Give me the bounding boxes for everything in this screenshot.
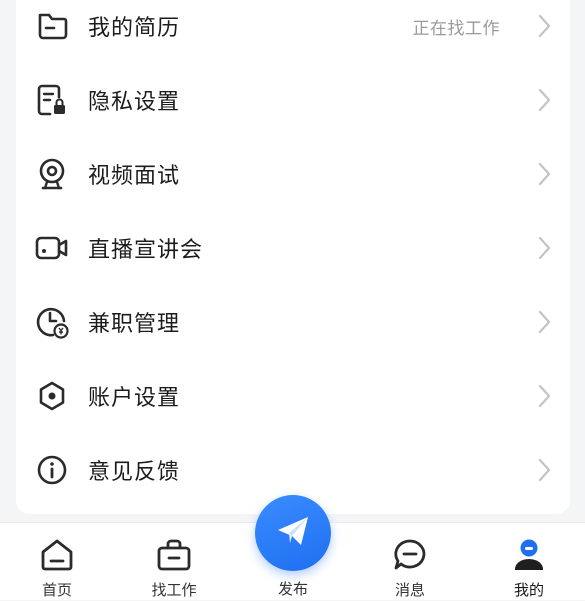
tab-label: 首页 <box>41 581 72 599</box>
chevron-right-icon <box>538 14 551 38</box>
menu-label: 兼职管理 <box>88 312 181 337</box>
chevron-right-icon <box>538 458 551 482</box>
menu-item-video-interview[interactable]: 视频面试 <box>16 144 570 204</box>
tab-label: 消息 <box>394 581 425 599</box>
menu-label: 账户设置 <box>88 386 181 411</box>
menu-item-live-talk[interactable]: 直播宣讲会 <box>16 218 570 278</box>
chevron-right-icon <box>538 384 551 408</box>
chevron-right-icon <box>538 310 551 334</box>
document-lock-icon <box>34 82 70 118</box>
publish-label: 发布 <box>277 580 308 598</box>
menu-item-privacy[interactable]: 隐私设置 <box>16 70 570 130</box>
chevron-right-icon <box>538 88 551 112</box>
settings-card: 我的简历 正在找工作 隐私设置 视频面试 直播宣讲会 兼职管理 账户设置 意见反… <box>16 0 570 514</box>
menu-label: 直播宣讲会 <box>88 238 204 263</box>
tab-messages[interactable]: 消息 <box>365 523 455 601</box>
tab-label: 我的 <box>513 581 544 599</box>
home-icon <box>37 535 77 575</box>
menu-item-account[interactable]: 账户设置 <box>16 366 570 426</box>
menu-label: 意见反馈 <box>88 460 181 485</box>
publish-button[interactable] <box>255 495 331 571</box>
tab-jobs[interactable]: 找工作 <box>129 523 219 601</box>
menu-item-feedback[interactable]: 意见反馈 <box>16 440 570 500</box>
clock-money-icon <box>34 304 70 340</box>
chat-bubble-icon <box>390 535 430 575</box>
menu-label: 隐私设置 <box>88 90 181 115</box>
menu-item-part-time[interactable]: 兼职管理 <box>16 292 570 352</box>
folder-icon <box>34 8 70 44</box>
chevron-right-icon <box>538 162 551 186</box>
info-icon <box>34 452 70 488</box>
webcam-icon <box>34 156 70 192</box>
tab-home[interactable]: 首页 <box>12 523 102 601</box>
menu-item-resume[interactable]: 我的简历 正在找工作 <box>16 0 570 56</box>
tab-mine[interactable]: 我的 <box>484 523 574 601</box>
menu-label: 视频面试 <box>88 164 181 189</box>
user-icon-active <box>509 535 549 575</box>
paper-plane-icon <box>273 511 313 555</box>
chevron-right-icon <box>538 236 551 260</box>
hexagon-settings-icon <box>34 378 70 414</box>
briefcase-icon <box>154 535 194 575</box>
video-camera-icon <box>34 230 70 266</box>
menu-label: 我的简历 <box>88 16 181 41</box>
tab-label: 找工作 <box>151 581 197 599</box>
job-status-hint: 正在找工作 <box>412 18 500 39</box>
